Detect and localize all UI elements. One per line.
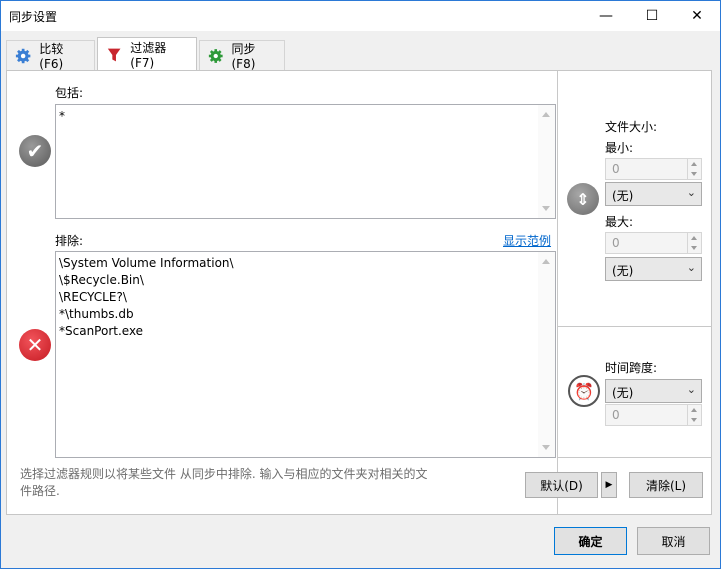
filter-panel: 包括: ✔ * 排除: 显示范例 ✕ \System Volume Inform… — [6, 70, 712, 515]
time-span-value: 0 — [612, 408, 620, 422]
title-bar: 同步设置 — ☐ ✕ — [1, 1, 720, 31]
include-scrollbar[interactable] — [538, 105, 555, 218]
min-size-label: 最小: — [605, 141, 634, 155]
maximize-icon: ☐ — [645, 8, 659, 24]
tab-sync[interactable]: 同步 (F8) — [199, 40, 285, 71]
filter-description: 选择过滤器规则以将某些文件 从同步中排除. 输入与相应的文件夹对相关的文件路径. — [20, 467, 428, 498]
cancel-button[interactable]: 取消 — [637, 527, 710, 555]
tab-compare-label: 比较 (F6) — [39, 42, 64, 71]
exclude-line: \System Volume Information\ — [59, 256, 234, 270]
spin-up-icon[interactable] — [687, 233, 701, 243]
clear-button-label: 清除(L) — [645, 478, 687, 493]
close-button[interactable]: ✕ — [674, 1, 720, 31]
time-span-label: 时间跨度: — [605, 361, 658, 375]
section-divider — [558, 457, 712, 458]
maximize-button[interactable]: ☐ — [629, 1, 675, 31]
exclude-textarea[interactable]: \System Volume Information\ \$Recycle.Bi… — [55, 251, 556, 458]
time-span-spinner[interactable]: 0 — [605, 404, 702, 426]
default-button-label: 默认(D) — [540, 478, 583, 493]
chevron-down-icon: ⌄ — [686, 383, 696, 396]
ok-button-label: 确定 — [578, 534, 603, 549]
alarm-clock-icon: ⏰ — [568, 375, 600, 407]
gear-blue-icon — [15, 48, 31, 63]
spin-up-icon[interactable] — [687, 405, 701, 415]
scroll-up-icon[interactable] — [542, 112, 550, 117]
min-size-spinner[interactable]: 0 — [605, 158, 702, 180]
cancel-button-label: 取消 — [661, 534, 686, 549]
time-span-selection: (无) — [612, 386, 634, 400]
ok-button[interactable]: 确定 — [554, 527, 627, 555]
chevron-down-icon: ⌄ — [686, 261, 696, 274]
tab-strip: 比较 (F6) 过滤器 (F7) 同步 (F8) — [1, 37, 720, 71]
default-dropdown-button[interactable]: ▶ — [601, 472, 617, 498]
funnel-icon — [107, 48, 121, 61]
chevron-down-icon: ⌄ — [686, 186, 696, 199]
include-textarea[interactable]: * — [55, 104, 556, 219]
max-size-value: 0 — [612, 236, 620, 250]
exclude-line: \$Recycle.Bin\ — [59, 273, 144, 287]
checkmark-icon: ✔ — [19, 135, 51, 167]
include-line: * — [59, 109, 65, 123]
spin-down-icon[interactable] — [687, 415, 701, 425]
exclude-line: *\thumbs.db — [59, 307, 134, 321]
tab-filter[interactable]: 过滤器 (F7) — [97, 37, 197, 71]
tab-filter-label: 过滤器 (F7) — [130, 41, 167, 70]
close-icon: ✕ — [691, 8, 703, 24]
time-span-select[interactable]: (无) ⌄ — [605, 379, 702, 403]
exclude-line: *ScanPort.exe — [59, 324, 144, 338]
tab-sync-label: 同步 (F8) — [231, 42, 256, 71]
include-label: 包括: — [55, 86, 84, 100]
min-size-unit-select[interactable]: (无) ⌄ — [605, 182, 702, 206]
scroll-down-icon[interactable] — [542, 445, 550, 450]
exclude-scrollbar[interactable] — [538, 252, 555, 457]
gear-green-icon — [208, 48, 223, 63]
sync-settings-dialog: 同步设置 — ☐ ✕ 比较 (F6) 过滤器 (F7) 同步 (F8) 包括: … — [0, 0, 721, 569]
max-size-spinner[interactable]: 0 — [605, 232, 702, 254]
max-size-unit: (无) — [612, 264, 634, 278]
max-size-label: 最大: — [605, 215, 634, 229]
min-size-unit: (无) — [612, 189, 634, 203]
max-size-unit-select[interactable]: (无) ⌄ — [605, 257, 702, 281]
window-title: 同步设置 — [9, 10, 58, 24]
file-size-label: 文件大小: — [605, 120, 658, 134]
exclude-x-icon: ✕ — [19, 329, 51, 361]
scroll-up-icon[interactable] — [542, 259, 550, 264]
dropdown-arrow-icon: ▶ — [605, 480, 613, 490]
tab-compare[interactable]: 比较 (F6) — [6, 40, 95, 71]
exclude-label: 排除: — [55, 234, 84, 248]
exclude-line: \RECYCLE?\ — [59, 290, 127, 304]
spin-down-icon[interactable] — [687, 243, 701, 253]
default-button[interactable]: 默认(D) — [525, 472, 598, 498]
clear-button[interactable]: 清除(L) — [629, 472, 703, 498]
minimize-button[interactable]: — — [583, 1, 629, 31]
spin-down-icon[interactable] — [687, 169, 701, 179]
show-examples-link[interactable]: 显示范例 — [503, 232, 551, 249]
spin-up-icon[interactable] — [687, 159, 701, 169]
panel-divider — [557, 71, 558, 514]
size-range-icon: ⇕ — [567, 183, 599, 215]
min-size-value: 0 — [612, 162, 620, 176]
section-divider — [558, 326, 712, 327]
minimize-icon: — — [599, 8, 613, 24]
scroll-down-icon[interactable] — [542, 206, 550, 211]
